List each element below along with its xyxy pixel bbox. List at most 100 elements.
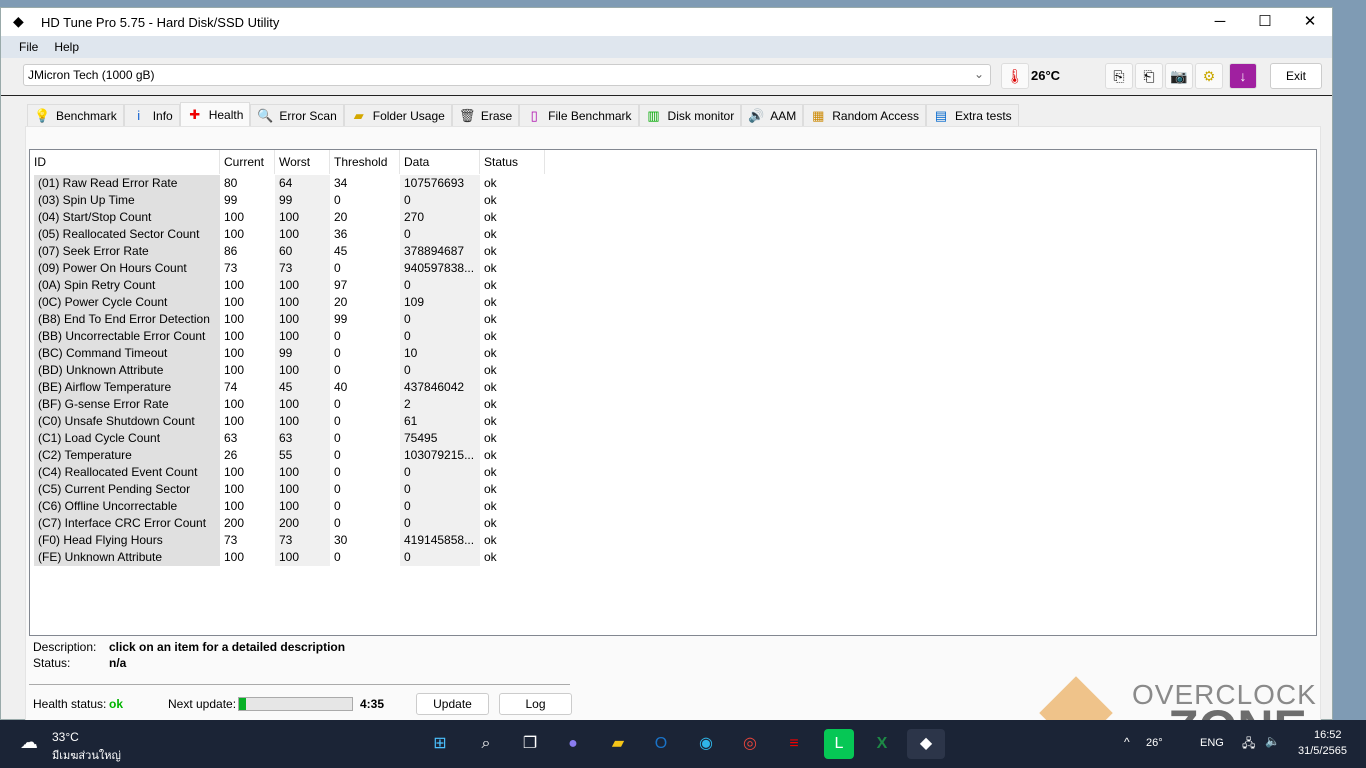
search-icon[interactable]: ⌕ (471, 729, 501, 759)
table-row[interactable]: (BD) Unknown Attribute 100 100 0 0 ok (30, 362, 550, 379)
description-label: Description: (33, 640, 97, 654)
drive-select[interactable]: JMicron Tech (1000 gB) ⌄ (23, 64, 991, 86)
task-view-icon[interactable]: ❐ (515, 729, 545, 759)
teams-icon[interactable]: ● (558, 729, 588, 759)
table-row[interactable]: (C5) Current Pending Sector 100 100 0 0 ok (30, 481, 550, 498)
table-row[interactable]: (C6) Offline Uncorrectable 100 100 0 0 ok (30, 498, 550, 515)
table-row[interactable]: (09) Power On Hours Count 73 73 0 940597838.… (30, 260, 550, 277)
menu-help[interactable]: Help (54, 40, 79, 54)
trash-icon: 🗑 (458, 107, 476, 123)
tab-error-scan[interactable]: 🔍 Error Scan (250, 104, 344, 126)
tab-disk-monitor[interactable]: ▥ Disk monitor (638, 104, 742, 126)
column-header[interactable]: Data (400, 150, 480, 174)
tray-chevron-icon[interactable]: ^ (1124, 735, 1130, 749)
table-row[interactable]: (C2) Temperature 26 55 0 103079215... ok (30, 447, 550, 464)
tab-extra-tests[interactable]: ▤ Extra tests (925, 104, 1019, 126)
table-cell: ok (484, 278, 497, 292)
outlook-icon[interactable]: O (646, 729, 676, 759)
hdtune-icon[interactable]: ◆ (907, 729, 945, 759)
table-row[interactable]: (C4) Reallocated Event Count 100 100 0 0 ok (30, 464, 550, 481)
screenshot-button[interactable]: 📷 (1165, 63, 1193, 89)
table-row[interactable]: (0C) Power Cycle Count 100 100 20 109 ok (30, 294, 550, 311)
table-cell: 80 (224, 176, 238, 190)
language-indicator[interactable]: ENG (1200, 737, 1224, 749)
tab-aam[interactable]: 🔊 AAM (741, 104, 804, 126)
tab-folder-usage[interactable]: ▰ Folder Usage (343, 104, 452, 126)
table-row[interactable]: (F0) Head Flying Hours 73 73 30 419145858...… (30, 532, 550, 549)
table-row[interactable]: (B8) End To End Error Detection 100 100 99 0… (30, 311, 550, 328)
clock-date[interactable]: 31/5/2565 (1298, 745, 1347, 757)
table-row[interactable]: (BB) Uncorrectable Error Count 100 100 0 0 ok (30, 328, 550, 345)
download-button[interactable]: ↓ (1229, 63, 1257, 89)
network-icon[interactable]: 🖧 (1242, 734, 1255, 755)
table-row[interactable]: (05) Reallocated Sector Count 100 100 36 0 ok (30, 226, 550, 243)
table-row[interactable]: (04) Start/Stop Count 100 100 20 270 ok (30, 209, 550, 226)
tab-random-access[interactable]: ▦ Random Access (803, 104, 926, 126)
close-button[interactable]: ✕ (1287, 8, 1333, 36)
table-cell: ok (484, 533, 497, 547)
table-cell: 0 (400, 515, 480, 532)
volume-icon[interactable]: 🔈 (1265, 734, 1280, 748)
options-button[interactable]: ⚙ (1195, 63, 1223, 89)
line-icon[interactable]: L (824, 729, 854, 759)
table-row[interactable]: (C1) Load Cycle Count 63 63 0 75495 ok (30, 430, 550, 447)
tab-file-benchmark[interactable]: ▯ File Benchmark (519, 104, 639, 126)
tab-label: Erase (480, 108, 513, 123)
menu-file[interactable]: File (19, 40, 38, 54)
status-value: n/a (109, 656, 127, 670)
table-cell: ok (484, 499, 497, 513)
divider (1, 95, 1332, 96)
table-cell: 100 (224, 414, 245, 428)
column-header[interactable]: Threshold (330, 150, 400, 174)
log-button[interactable]: Log (499, 693, 572, 715)
copy-text-button[interactable]: ⎘ (1105, 63, 1133, 89)
tab-erase[interactable]: 🗑 Erase (451, 104, 520, 126)
copy-image-button[interactable]: ⎗ (1135, 63, 1163, 89)
table-cell: (C0) Unsafe Shutdown Count (34, 413, 220, 430)
minimize-button[interactable]: ─ (1197, 8, 1243, 36)
table-row[interactable]: (0A) Spin Retry Count 100 100 97 0 ok (30, 277, 550, 294)
tab-health[interactable]: ✚ Health (179, 102, 251, 126)
table-row[interactable]: (03) Spin Up Time 99 99 0 0 ok (30, 192, 550, 209)
table-row[interactable]: (BC) Command Timeout 100 99 0 10 ok (30, 345, 550, 362)
table-row[interactable]: (01) Raw Read Error Rate 80 64 34 107576693 o… (30, 175, 550, 192)
tab-label: Error Scan (279, 108, 337, 123)
table-row[interactable]: (BE) Airflow Temperature 74 45 40 437846042 o… (30, 379, 550, 396)
tab-benchmark[interactable]: 💡 Benchmark (27, 104, 124, 126)
column-header[interactable]: Status (480, 150, 545, 174)
column-header[interactable]: ID (30, 150, 220, 174)
edge-icon[interactable]: ◉ (691, 729, 721, 759)
table-cell: ok (484, 261, 497, 275)
table-row[interactable]: (FE) Unknown Attribute 100 100 0 0 ok (30, 549, 550, 566)
table-cell: 100 (224, 465, 245, 479)
chrome-icon[interactable]: ◎ (735, 729, 765, 759)
health-icon: ✚ (189, 106, 201, 122)
column-header[interactable]: Current (220, 150, 275, 174)
weather-temp[interactable]: 33°C (52, 730, 79, 744)
file-explorer-icon[interactable]: ▰ (603, 729, 633, 759)
table-cell: (FE) Unknown Attribute (34, 549, 220, 566)
table-row[interactable]: (C7) Interface CRC Error Count 200 200 0 0 ok (30, 515, 550, 532)
column-header[interactable]: Worst (275, 150, 330, 174)
weather-icon: ☁ (20, 732, 38, 752)
table-cell: 20 (334, 210, 348, 224)
table-cell: ok (484, 312, 497, 326)
maximize-button[interactable]: ☐ (1242, 8, 1288, 36)
start-icon[interactable]: ⊞ (425, 729, 455, 759)
table-cell: (BB) Uncorrectable Error Count (34, 328, 220, 345)
clock-time[interactable]: 16:52 (1314, 729, 1342, 741)
table-row[interactable]: (07) Seek Error Rate 86 60 45 378894687 ok (30, 243, 550, 260)
table-cell: 45 (334, 244, 348, 258)
update-button[interactable]: Update (416, 693, 489, 715)
table-cell: (0A) Spin Retry Count (34, 277, 220, 294)
smart-table[interactable]: ID Current Worst Threshold Data Status (01) Ra… (29, 149, 1317, 636)
table-cell: 100 (224, 329, 245, 343)
table-row[interactable]: (BF) G-sense Error Rate 100 100 0 2 ok (30, 396, 550, 413)
table-cell: 0 (334, 363, 341, 377)
exit-button[interactable]: Exit (1270, 63, 1322, 89)
tab-info[interactable]: i Info (123, 104, 180, 126)
table-row[interactable]: (C0) Unsafe Shutdown Count 100 100 0 61 ok (30, 413, 550, 430)
app-icon[interactable]: ≡ (779, 729, 809, 759)
excel-icon[interactable]: X (867, 729, 897, 759)
speaker-icon: 🔊 (748, 107, 765, 123)
